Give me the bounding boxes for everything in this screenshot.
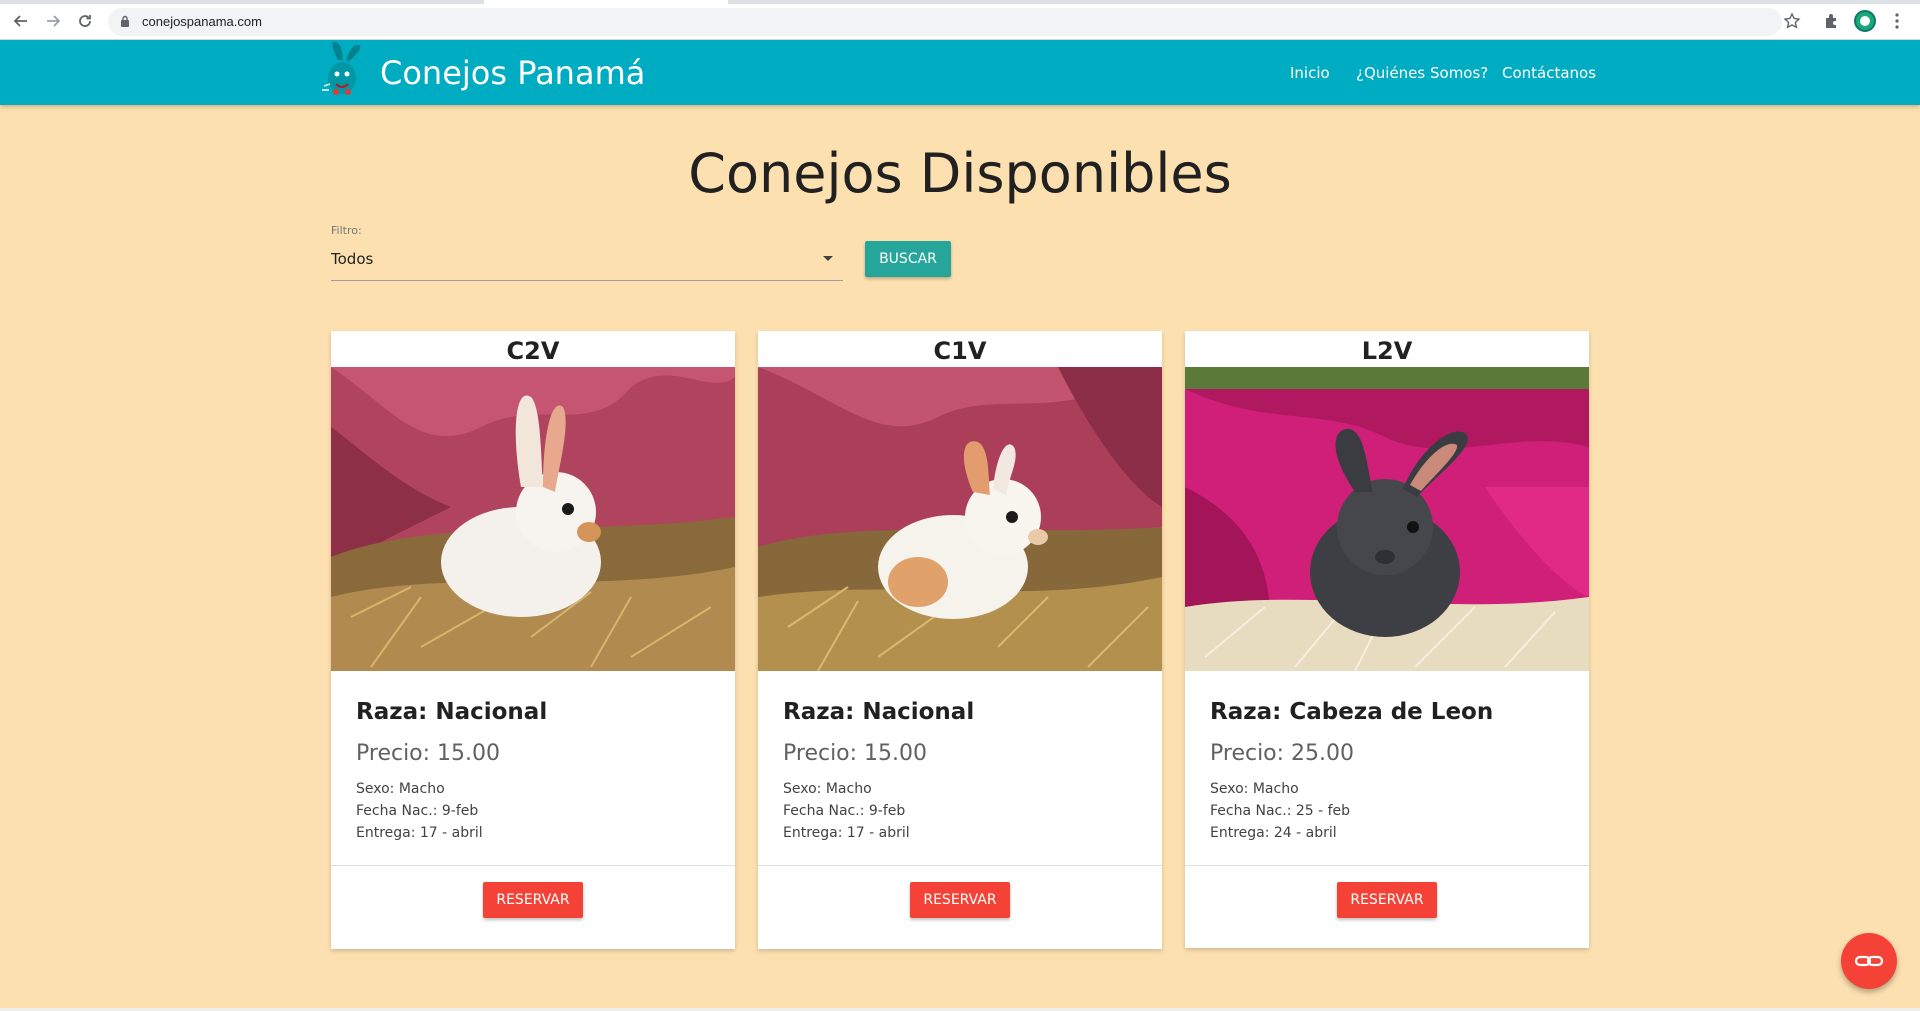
raza-text: Raza: Nacional — [356, 699, 548, 725]
kebab-menu-icon[interactable] — [1894, 12, 1900, 30]
entrega-text: Entrega: 24 - abril — [1210, 825, 1337, 841]
link-fab-button[interactable] — [1841, 933, 1897, 989]
card-code: L2V — [1361, 337, 1413, 365]
sexo-text: Sexo: Macho — [783, 781, 872, 797]
site-navbar: Conejos Panamá Inicio ¿Quiénes Somos? Co… — [0, 40, 1920, 105]
card-body: Raza: Nacional Precio: 15.00 Sexo: Macho… — [356, 699, 716, 844]
nav-contactanos[interactable]: Contáctanos — [1502, 64, 1596, 82]
nav-quienes-somos[interactable]: ¿Quiénes Somos? — [1356, 64, 1488, 82]
link-icon — [1854, 955, 1884, 967]
entrega-text: Entrega: 17 - abril — [356, 825, 483, 841]
rabbit-card: C1V Raza: Nacional Precio: 15.00 Sexo: M… — [758, 331, 1162, 949]
back-icon[interactable] — [10, 10, 32, 32]
filter-select[interactable]: Todos — [331, 240, 843, 281]
filter-label: Filtro: — [331, 224, 362, 237]
address-bar[interactable] — [108, 8, 1782, 36]
card-body: Raza: Nacional Precio: 15.00 Sexo: Macho… — [783, 699, 1143, 844]
entrega-text: Entrega: 17 - abril — [783, 825, 910, 841]
url-text[interactable]: conejospanama.com — [142, 14, 262, 29]
extensions-icon[interactable] — [1823, 12, 1841, 30]
raza-text: Raza: Cabeza de Leon — [1210, 699, 1494, 725]
star-icon[interactable] — [1783, 12, 1801, 30]
card-code: C2V — [506, 337, 560, 365]
nav-inicio[interactable]: Inicio — [1290, 64, 1330, 82]
rabbit-card: L2V Raza: Cabeza de Leon Precio: 25.00 S… — [1185, 331, 1589, 948]
browser-toolbar: conejospanama.com — [0, 0, 1920, 40]
precio-text: Precio: 15.00 — [356, 741, 501, 766]
chevron-down-icon[interactable] — [823, 256, 833, 261]
tab-strip — [0, 0, 1920, 4]
page-title: Conejos Disponibles — [688, 142, 1232, 205]
lock-icon[interactable] — [120, 15, 130, 28]
reservar-button[interactable]: RESERVAR — [1337, 882, 1437, 918]
precio-text: Precio: 15.00 — [783, 741, 928, 766]
fecha-text: Fecha Nac.: 9-feb — [356, 803, 479, 819]
rabbit-photo — [1185, 367, 1589, 671]
card-divider — [758, 865, 1162, 866]
forward-icon[interactable] — [42, 10, 64, 32]
site-brand[interactable]: Conejos Panamá — [380, 54, 645, 92]
filter-value[interactable]: Todos — [331, 250, 373, 268]
search-button[interactable]: BUSCAR — [865, 241, 951, 277]
card-body: Raza: Cabeza de Leon Precio: 25.00 Sexo:… — [1210, 699, 1570, 844]
rabbit-card: C2V Raza: Nacional Precio: 15.00 Sexo: M… — [331, 331, 735, 949]
raza-text: Raza: Nacional — [783, 699, 975, 725]
card-code: C1V — [933, 337, 987, 365]
sexo-text: Sexo: Macho — [1210, 781, 1299, 797]
fecha-text: Fecha Nac.: 9-feb — [783, 803, 906, 819]
card-divider — [1185, 865, 1589, 866]
rabbit-photo — [331, 367, 735, 671]
sexo-text: Sexo: Macho — [356, 781, 445, 797]
precio-text: Precio: 25.00 — [1210, 741, 1355, 766]
card-divider — [331, 865, 735, 866]
reservar-button[interactable]: RESERVAR — [483, 882, 583, 918]
reservar-button[interactable]: RESERVAR — [910, 882, 1010, 918]
rabbit-logo-icon[interactable] — [316, 40, 368, 102]
profile-avatar[interactable] — [1854, 10, 1876, 32]
reload-icon[interactable] — [74, 10, 96, 32]
fecha-text: Fecha Nac.: 25 - feb — [1210, 803, 1351, 819]
rabbit-photo — [758, 367, 1162, 671]
